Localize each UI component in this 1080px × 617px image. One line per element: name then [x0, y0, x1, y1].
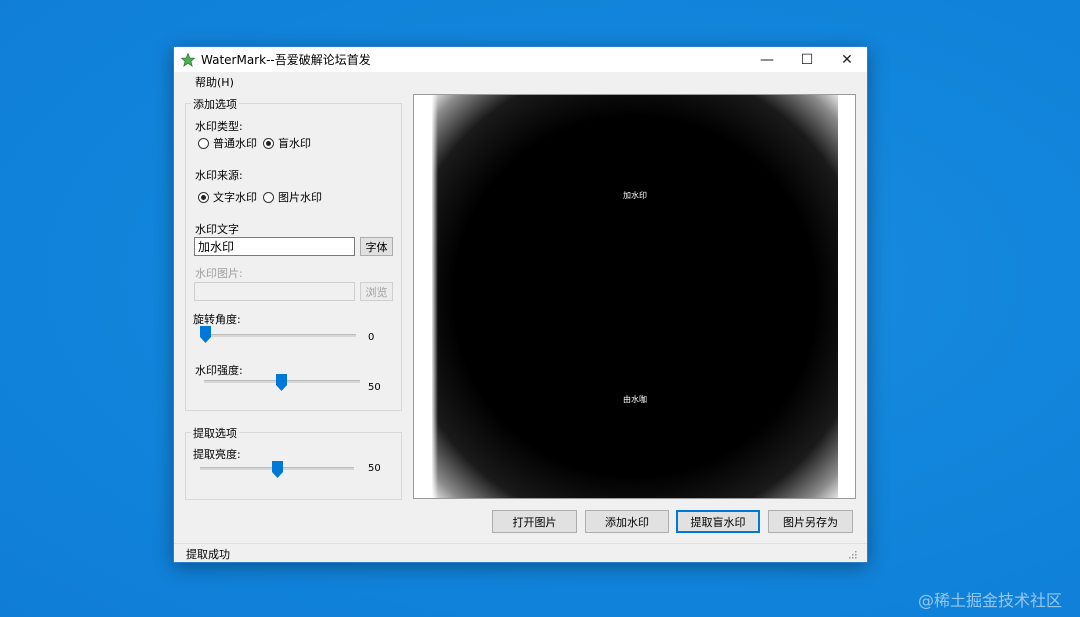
watermark-source-label: 水印来源: [195, 169, 243, 182]
desktop-watermark: @稀土掘金技术社区 [917, 591, 1062, 610]
watermark-text-label: 水印文字 [195, 223, 239, 236]
radio-label: 盲水印 [278, 137, 311, 150]
watermark-type-label: 水印类型: [195, 120, 243, 133]
brightness-label: 提取亮度: [193, 448, 241, 461]
radio-circle-selected [263, 137, 274, 149]
preview-text-bottom: 由水咖 [623, 394, 647, 404]
menu-help[interactable]: 帮助(H) [195, 74, 234, 90]
window-title: WaterMark--吾爱破解论坛首发 [201, 53, 371, 67]
brightness-value: 50 [368, 463, 381, 474]
radio-blind-watermark[interactable]: 盲水印 [263, 135, 311, 151]
radio-image-watermark[interactable]: 图片水印 [263, 189, 322, 205]
status-bar: 提取成功 [174, 543, 867, 562]
app-window: WaterMark--吾爱破解论坛首发 — ☐ ✕ 帮助(H) 添加选项 水印类… [173, 46, 868, 563]
open-image-button[interactable]: 打开图片 [492, 510, 577, 533]
radio-circle-selected [198, 191, 209, 203]
resize-grip-icon[interactable] [847, 549, 857, 559]
extracted-image: 加水印 由水咖 [432, 95, 838, 498]
title-bar[interactable]: WaterMark--吾爱破解论坛首发 — ☐ ✕ [174, 47, 867, 72]
watermark-image-input[interactable] [194, 282, 355, 301]
strength-value: 50 [368, 382, 381, 393]
radio-label: 普通水印 [213, 137, 257, 150]
extract-options-group: 提取选项 提取亮度: 50 [185, 425, 402, 500]
save-image-as-button[interactable]: 图片另存为 [768, 510, 853, 533]
radio-label: 图片水印 [278, 191, 322, 204]
radio-circle [263, 191, 274, 203]
radio-normal-watermark[interactable]: 普通水印 [198, 135, 257, 151]
rotation-slider-track[interactable] [200, 334, 356, 337]
radio-circle [198, 137, 209, 149]
extract-options-title: 提取选项 [191, 425, 239, 441]
add-options-title: 添加选项 [191, 96, 239, 112]
maximize-button[interactable]: ☐ [787, 47, 827, 72]
rotation-slider-thumb[interactable] [200, 326, 211, 343]
add-watermark-button[interactable]: 添加水印 [585, 510, 669, 533]
watermark-text-input[interactable]: 加水印 [194, 237, 355, 256]
star-app-icon [181, 52, 195, 67]
extract-blind-watermark-button[interactable]: 提取盲水印 [676, 510, 760, 533]
font-button[interactable]: 字体 [360, 237, 393, 256]
preview-text-top: 加水印 [623, 190, 647, 200]
rotation-value: 0 [368, 332, 375, 343]
add-options-group: 添加选项 水印类型: 普通水印 盲水印 水印来源: 文字水印 图片水印 水印文字… [185, 96, 402, 411]
minimize-button[interactable]: — [747, 47, 787, 72]
browse-button[interactable]: 浏览 [360, 282, 393, 301]
rotation-label: 旋转角度: [193, 313, 241, 326]
radio-text-watermark[interactable]: 文字水印 [198, 189, 257, 205]
watermark-image-label: 水印图片: [195, 267, 243, 280]
strength-slider-thumb[interactable] [276, 374, 287, 391]
close-button[interactable]: ✕ [827, 47, 867, 72]
brightness-slider-thumb[interactable] [272, 461, 283, 478]
strength-label: 水印强度: [195, 364, 243, 377]
radio-label: 文字水印 [213, 191, 257, 204]
image-preview: 加水印 由水咖 [413, 94, 856, 499]
status-text: 提取成功 [186, 548, 230, 561]
menu-bar: 帮助(H) [174, 72, 867, 92]
